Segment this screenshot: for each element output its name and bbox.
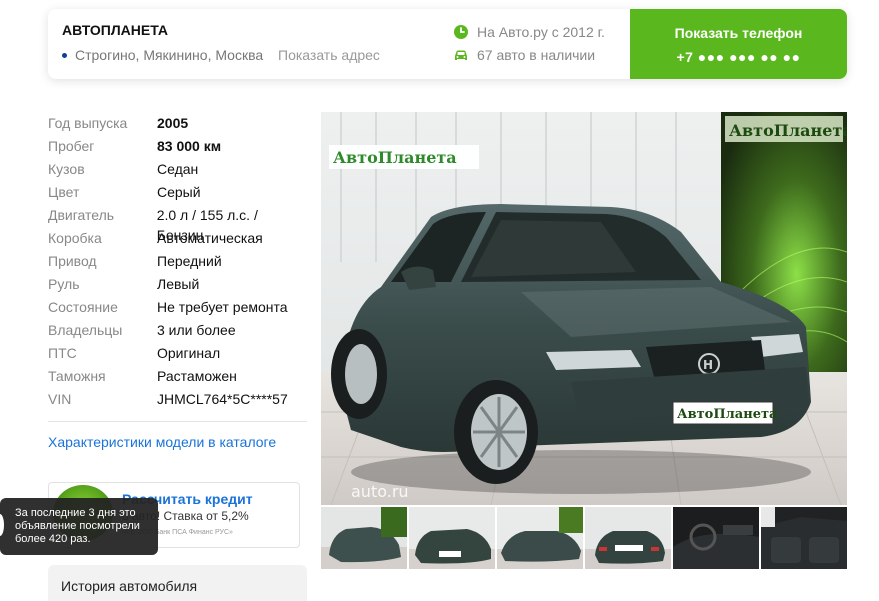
- spec-value[interactable]: Серый: [157, 182, 201, 205]
- spec-row-owners: Владельцы 3 или более: [48, 320, 308, 343]
- spec-label: Пробег: [48, 138, 95, 154]
- spec-row-body: Кузов Седан: [48, 159, 308, 182]
- spec-value: 83 000 км: [157, 138, 222, 154]
- specs-list: Год выпуска 2005 Пробег 83 000 км Кузов …: [48, 113, 308, 412]
- spec-label: Состояние: [48, 299, 118, 315]
- spec-label: Год выпуска: [48, 115, 128, 131]
- wall-sign-text: АвтоПланета: [333, 148, 457, 167]
- svg-text:H: H: [703, 358, 713, 372]
- clock-icon: [454, 25, 468, 39]
- spec-value[interactable]: Передний: [157, 251, 222, 274]
- spec-row-color: Цвет Серый: [48, 182, 308, 205]
- spec-value: Оригинал: [157, 345, 221, 361]
- car-icon: [455, 50, 467, 60]
- spec-label: Двигатель: [48, 207, 115, 223]
- toast-line: За последние 3 дня это: [15, 507, 136, 519]
- dealer-location-text: Строгино, Мякинино, Москва: [75, 47, 264, 63]
- divider: [48, 421, 307, 422]
- spec-row-transmission: Коробка Автоматическая: [48, 228, 308, 251]
- catalog-link[interactable]: Характеристики модели в каталоге: [48, 434, 276, 450]
- spec-row-condition: Состояние Не требует ремонта: [48, 297, 308, 320]
- spec-value: JHMCL764*5C****57: [157, 391, 288, 407]
- thumbnail[interactable]: [585, 507, 671, 569]
- thumbnail[interactable]: [761, 507, 847, 569]
- spec-value: 2.0 л / 155 л.с. / Бензин: [156, 207, 258, 243]
- spec-row-engine: Двигатель 2.0 л / 155 л.с. / Бензин: [48, 205, 308, 243]
- spec-label: VIN: [48, 391, 72, 407]
- spec-value[interactable]: Автоматическая: [157, 228, 263, 251]
- dealer-since: На Авто.ру с 2012 г.: [453, 24, 605, 40]
- toast-line: более 420 раз.: [15, 533, 91, 545]
- spec-label: Владельцы: [48, 322, 123, 338]
- dealer-location: Строгино, Мякинино, Москва: [62, 47, 263, 63]
- spec-row-mileage: Пробег 83 000 км: [48, 136, 308, 159]
- car-photo-illustration: АвтоПланета АвтоПланета H АвтоПланета au…: [321, 112, 847, 505]
- dealer-name[interactable]: АВТОПЛАНЕТА: [62, 22, 168, 38]
- thumbnail[interactable]: [321, 507, 407, 569]
- phone-masked: +7 ●●● ●●● ●● ●●: [676, 49, 801, 65]
- dealer-cars: 67 авто в наличии: [453, 47, 595, 63]
- spec-value: Растаможен: [157, 368, 237, 384]
- show-address-link[interactable]: Показать адрес: [278, 47, 380, 63]
- spec-row-year: Год выпуска 2005: [48, 113, 308, 136]
- show-phone-button[interactable]: Показать телефон +7 ●●● ●●● ●● ●●: [630, 9, 847, 79]
- thumbnail[interactable]: [497, 507, 583, 569]
- show-phone-label: Показать телефон: [674, 25, 803, 41]
- thumbnail[interactable]: [673, 507, 759, 569]
- watermark-text: auto.ru: [351, 482, 409, 501]
- thumbnail[interactable]: [409, 507, 495, 569]
- toast-text: За последние 3 дня это объявление посмот…: [15, 507, 155, 546]
- spec-label: Привод: [48, 253, 97, 269]
- spec-value: Не требует ремонта: [157, 299, 288, 315]
- car-history-button[interactable]: История автомобиля: [48, 565, 307, 601]
- dealer-since-text: На Авто.ру с 2012 г.: [477, 24, 605, 40]
- spec-label: Таможня: [48, 368, 106, 384]
- spec-value[interactable]: Седан: [157, 159, 198, 182]
- spec-row-vin: VIN JHMCL764*5C****57: [48, 389, 308, 412]
- spec-row-pts: ПТС Оригинал: [48, 343, 308, 366]
- spec-value: Левый: [157, 276, 200, 292]
- spec-label: Коробка: [48, 230, 102, 246]
- dealer-cars-text[interactable]: 67 авто в наличии: [477, 47, 595, 63]
- toast-line: объявление посмотрели: [15, 520, 140, 532]
- car-history-label: История автомобиля: [61, 578, 198, 594]
- spec-row-drive: Привод Передний: [48, 251, 308, 274]
- spec-label: ПТС: [48, 345, 77, 361]
- plate-text: АвтоПланета: [677, 407, 778, 422]
- spec-label: Руль: [48, 276, 80, 292]
- spec-label: Цвет: [48, 184, 80, 200]
- spec-value: 3 или более: [157, 322, 236, 338]
- views-toast: За последние 3 дня это объявление посмот…: [0, 498, 158, 555]
- photo-thumbnails: [321, 507, 847, 569]
- spec-row-wheel: Руль Левый: [48, 274, 308, 297]
- toast-edge: [0, 514, 4, 536]
- spec-label: Кузов: [48, 161, 85, 177]
- banner-text: АвтоПланета: [729, 121, 847, 140]
- dealer-card: АВТОПЛАНЕТА Строгино, Мякинино, Москва П…: [48, 9, 847, 79]
- main-photo[interactable]: АвтоПланета АвтоПланета H АвтоПланета au…: [321, 112, 847, 505]
- spec-value: 2005: [157, 115, 189, 131]
- metro-dot-icon: [62, 52, 67, 58]
- spec-row-customs: Таможня Растаможен: [48, 366, 308, 389]
